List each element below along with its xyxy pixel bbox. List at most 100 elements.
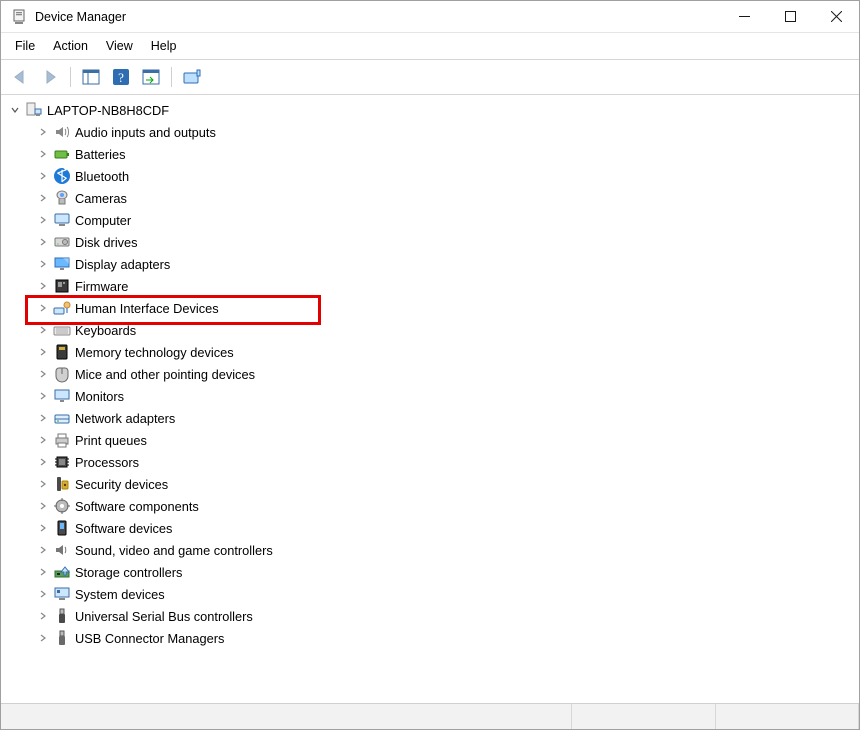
tree-category-node[interactable]: System devices [5, 583, 859, 605]
firmware-icon [53, 277, 71, 295]
back-button[interactable] [7, 64, 33, 90]
disk-icon [53, 233, 71, 251]
statusbar [1, 703, 859, 729]
window-title: Device Manager [33, 10, 126, 24]
chevron-right-icon[interactable] [37, 544, 49, 556]
device-tree[interactable]: LAPTOP-NB8H8CDF Audio inputs and outputs… [1, 95, 859, 703]
category-label: Bluetooth [75, 169, 129, 184]
category-label: Computer [75, 213, 131, 228]
chevron-right-icon[interactable] [37, 148, 49, 160]
svg-text:?: ? [118, 70, 124, 85]
tree-category-node[interactable]: Security devices [5, 473, 859, 495]
chevron-right-icon[interactable] [37, 214, 49, 226]
menu-file[interactable]: File [7, 37, 43, 55]
tree-category-node[interactable]: Sound, video and game controllers [5, 539, 859, 561]
tree-category-node[interactable]: Display adapters [5, 253, 859, 275]
monitor-icon [53, 387, 71, 405]
chevron-right-icon[interactable] [37, 258, 49, 270]
tree-root-node[interactable]: LAPTOP-NB8H8CDF [5, 99, 859, 121]
category-label: Print queues [75, 433, 147, 448]
chevron-right-icon[interactable] [37, 478, 49, 490]
chevron-right-icon[interactable] [37, 412, 49, 424]
tree-category-node[interactable]: Software devices [5, 517, 859, 539]
cpu-icon [53, 453, 71, 471]
chevron-right-icon[interactable] [37, 346, 49, 358]
status-cell [1, 704, 572, 729]
category-label: Human Interface Devices [75, 301, 219, 316]
bluetooth-icon [53, 167, 71, 185]
chevron-right-icon[interactable] [37, 390, 49, 402]
chevron-right-icon[interactable] [37, 522, 49, 534]
toolbar: ? [1, 60, 859, 95]
menu-help[interactable]: Help [143, 37, 185, 55]
status-cell [716, 704, 860, 729]
category-label: System devices [75, 587, 165, 602]
system-icon [53, 585, 71, 603]
show-hide-console-tree-button[interactable] [78, 64, 104, 90]
tree-category-node[interactable]: Memory technology devices [5, 341, 859, 363]
category-label: Network adapters [75, 411, 175, 426]
tree-category-node[interactable]: Keyboards [5, 319, 859, 341]
category-label: Storage controllers [75, 565, 182, 580]
forward-button[interactable] [37, 64, 63, 90]
chevron-right-icon[interactable] [37, 610, 49, 622]
computer-root-icon [25, 101, 43, 119]
tree-category-node[interactable]: Cameras [5, 187, 859, 209]
tree-category-node[interactable]: Firmware [5, 275, 859, 297]
category-label: Memory technology devices [75, 345, 234, 360]
chevron-right-icon[interactable] [37, 126, 49, 138]
chevron-right-icon[interactable] [37, 280, 49, 292]
printer-icon [53, 431, 71, 449]
scan-hardware-button[interactable] [138, 64, 164, 90]
tree-category-node[interactable]: Processors [5, 451, 859, 473]
sound-icon [53, 541, 71, 559]
chevron-right-icon[interactable] [37, 368, 49, 380]
category-label: Mice and other pointing devices [75, 367, 255, 382]
menu-action[interactable]: Action [45, 37, 96, 55]
speaker-icon [53, 123, 71, 141]
chevron-right-icon[interactable] [37, 632, 49, 644]
chevron-right-icon[interactable] [37, 456, 49, 468]
category-label: Firmware [75, 279, 128, 294]
device-manager-window: Device Manager File Action View Help ? [0, 0, 860, 730]
minimize-button[interactable] [721, 1, 767, 33]
tree-category-node[interactable]: USB Connector Managers [5, 627, 859, 649]
keyboard-icon [53, 321, 71, 339]
chevron-right-icon[interactable] [37, 588, 49, 600]
chevron-right-icon[interactable] [37, 566, 49, 578]
toolbar-separator [70, 67, 71, 87]
tree-category-node[interactable]: Disk drives [5, 231, 859, 253]
camera-icon [53, 189, 71, 207]
tree-category-node[interactable]: Print queues [5, 429, 859, 451]
tree-category-node[interactable]: Computer [5, 209, 859, 231]
category-label: Security devices [75, 477, 168, 492]
usb-icon [53, 607, 71, 625]
tree-category-node[interactable]: Network adapters [5, 407, 859, 429]
tree-category-node[interactable]: Software components [5, 495, 859, 517]
chevron-down-icon[interactable] [9, 104, 21, 116]
tree-category-node[interactable]: Bluetooth [5, 165, 859, 187]
tree-category-node[interactable]: Mice and other pointing devices [5, 363, 859, 385]
chevron-right-icon[interactable] [37, 170, 49, 182]
help-button[interactable]: ? [108, 64, 134, 90]
close-button[interactable] [813, 1, 859, 33]
device-properties-button[interactable] [179, 64, 205, 90]
chevron-right-icon[interactable] [37, 324, 49, 336]
menu-view[interactable]: View [98, 37, 141, 55]
chevron-right-icon[interactable] [37, 302, 49, 314]
software-icon [53, 497, 71, 515]
chevron-right-icon[interactable] [37, 500, 49, 512]
tree-category-node[interactable]: Audio inputs and outputs [5, 121, 859, 143]
chevron-right-icon[interactable] [37, 236, 49, 248]
tree-category-node[interactable]: Universal Serial Bus controllers [5, 605, 859, 627]
maximize-button[interactable] [767, 1, 813, 33]
tree-category-node[interactable]: Storage controllers [5, 561, 859, 583]
status-cell [572, 704, 716, 729]
chevron-right-icon[interactable] [37, 434, 49, 446]
chevron-right-icon[interactable] [37, 192, 49, 204]
titlebar: Device Manager [1, 1, 859, 33]
tree-category-node[interactable]: Monitors [5, 385, 859, 407]
tree-category-node[interactable]: Human Interface Devices [5, 297, 859, 319]
tree-category-node[interactable]: Batteries [5, 143, 859, 165]
category-label: Keyboards [75, 323, 136, 338]
